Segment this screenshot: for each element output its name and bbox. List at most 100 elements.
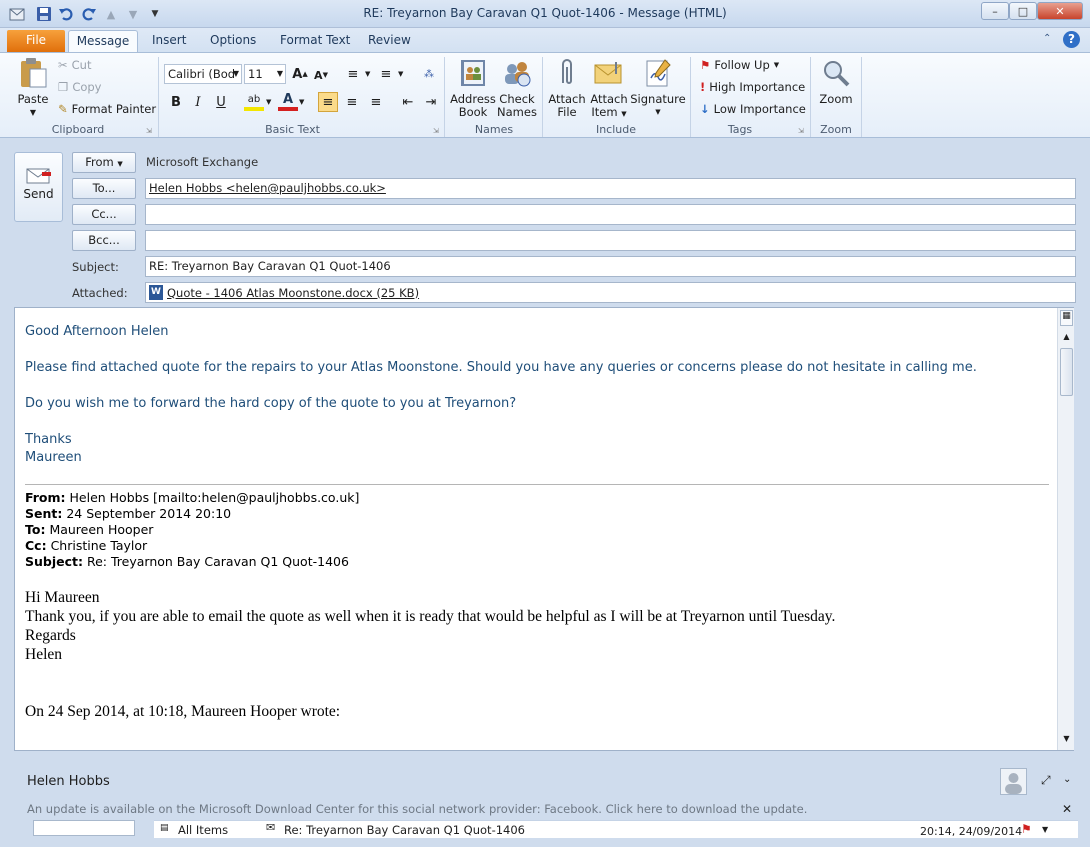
tab-file[interactable]: File xyxy=(7,30,65,52)
address-book-label-2: Book xyxy=(458,105,488,119)
from-button[interactable]: From ▼ xyxy=(72,152,136,173)
highlight-icon[interactable]: ab xyxy=(244,91,264,111)
scroll-down-icon[interactable]: ▼ xyxy=(1060,734,1073,748)
highlight-dropdown-icon[interactable]: ▼ xyxy=(266,98,271,106)
align-center-icon[interactable]: ≡ xyxy=(342,92,362,112)
clear-formatting-icon[interactable]: ⁂ xyxy=(419,64,439,84)
font-size-combo[interactable]: 11 ▼ xyxy=(244,64,286,84)
italic-icon[interactable]: I xyxy=(188,92,208,112)
basic-text-launcher-icon[interactable]: ⇲ xyxy=(433,127,439,135)
dismiss-notice-icon[interactable]: ✕ xyxy=(1062,802,1072,816)
to-field[interactable]: Helen Hobbs <helen@pauljhobbs.co.uk> xyxy=(145,178,1076,199)
activity-row[interactable]: ▤ All Items ✉ Re: Treyarnon Bay Caravan … xyxy=(154,820,1078,838)
tab-options[interactable]: Options xyxy=(204,30,262,52)
grow-font-icon[interactable]: A ▲ xyxy=(290,64,310,84)
tab-insert[interactable]: Insert xyxy=(146,30,192,52)
paste-button[interactable]: Paste ▼ xyxy=(14,57,52,119)
tags-launcher-icon[interactable]: ⇲ xyxy=(798,127,804,135)
title-bar: ▲ ▼ ▼ RE: Treyarnon Bay Caravan Q1 Quot-… xyxy=(0,0,1090,28)
font-color-dropdown-icon[interactable]: ▼ xyxy=(299,98,304,106)
help-icon[interactable]: ? xyxy=(1063,31,1080,48)
font-name-combo[interactable]: Calibri (Bod ▼ xyxy=(164,64,242,84)
update-notice[interactable]: An update is available on the Microsoft … xyxy=(27,802,807,816)
scroll-up-icon[interactable]: ▲ xyxy=(1060,332,1073,346)
quoted-text: Thank you, if you are able to email the … xyxy=(25,608,836,625)
cc-button[interactable]: Cc... xyxy=(72,204,136,225)
quoted-cc: Cc: Christine Taylor xyxy=(25,538,148,553)
quoted-sent: Sent: 24 September 2014 20:10 xyxy=(25,506,232,521)
attach-item-label-2: Item xyxy=(591,105,618,119)
attach-item-button[interactable]: Attach Item ▼ xyxy=(588,57,630,121)
collapse-pane-icon[interactable]: ⌄ xyxy=(1063,774,1071,785)
bold-icon[interactable]: B xyxy=(166,92,186,112)
clipboard-launcher-icon[interactable]: ⇲ xyxy=(146,127,152,135)
attach-file-button[interactable]: Attach File xyxy=(546,57,588,119)
cut-button[interactable]: ✂ Cut xyxy=(58,58,91,72)
maximize-button[interactable]: □ xyxy=(1009,2,1037,20)
increase-indent-icon[interactable]: ⇥ xyxy=(421,92,441,112)
activity-dropdown-icon[interactable]: ▼ xyxy=(1042,825,1048,834)
ribbon: Paste ▼ ✂ Cut ❐ Copy ✎ Format Painter Clipb… xyxy=(0,52,1090,138)
underline-icon[interactable]: U xyxy=(211,92,231,112)
bcc-button[interactable]: Bcc... xyxy=(72,230,136,251)
format-painter-button[interactable]: ✎ Format Painter xyxy=(58,102,156,116)
separator xyxy=(861,57,862,137)
avatar[interactable] xyxy=(1000,768,1027,795)
signature-button[interactable]: Signature ▼ xyxy=(630,57,686,119)
numbering-icon[interactable]: ≡ xyxy=(376,64,396,84)
names-group-label: Names xyxy=(474,123,514,136)
sender-name: Maureen xyxy=(25,450,82,465)
low-importance-button[interactable]: ↓ Low Importance xyxy=(700,102,806,116)
follow-up-button[interactable]: ⚑ Follow Up ▼ xyxy=(700,58,779,72)
shrink-font-icon[interactable]: A ▼ xyxy=(311,65,331,85)
clipboard-group-label: Clipboard xyxy=(51,123,105,136)
flag-icon[interactable]: ⚑ xyxy=(1021,822,1032,836)
zoom-button[interactable]: Zoom xyxy=(816,57,856,106)
message-body[interactable]: Good Afternoon Helen Please find attache… xyxy=(14,307,1074,751)
copy-icon: ❐ xyxy=(58,80,69,94)
to-recipient[interactable]: Helen Hobbs <helen@pauljhobbs.co.uk> xyxy=(149,181,386,195)
send-button[interactable]: Send xyxy=(14,152,63,222)
close-button[interactable]: ✕ xyxy=(1037,2,1083,20)
thanks: Thanks xyxy=(25,432,72,447)
decrease-indent-icon[interactable]: ⇤ xyxy=(398,92,418,112)
expand-pane-icon[interactable]: ⤢ xyxy=(1041,773,1051,788)
bullets-dropdown-icon[interactable]: ▼ xyxy=(365,70,370,78)
check-names-button[interactable]: Check Names xyxy=(496,57,538,119)
font-size-value: 11 xyxy=(248,67,263,81)
separator xyxy=(444,57,445,137)
tab-review[interactable]: Review xyxy=(362,30,417,52)
zoom-group-label: Zoom xyxy=(820,123,852,136)
scroll-thumb[interactable] xyxy=(1060,348,1073,396)
send-label: Send xyxy=(23,187,54,201)
minimize-button[interactable]: – xyxy=(981,2,1009,20)
attachment-field[interactable]: W Quote - 1406 Atlas Moonstone.docx (25 … xyxy=(145,282,1076,303)
view-ruler-icon[interactable]: ▦ xyxy=(1060,310,1073,326)
numbering-dropdown-icon[interactable]: ▼ xyxy=(398,70,403,78)
check-names-icon xyxy=(501,57,533,89)
address-book-icon xyxy=(457,57,489,89)
tab-message[interactable]: Message xyxy=(68,30,138,52)
divider xyxy=(25,484,1049,485)
bullets-icon[interactable]: ≡ xyxy=(343,64,363,84)
align-right-icon[interactable]: ≡ xyxy=(366,92,386,112)
minimize-ribbon-icon[interactable]: ⌃ xyxy=(1043,33,1051,44)
people-pane-tab[interactable] xyxy=(33,820,135,836)
align-left-icon[interactable]: ≡ xyxy=(318,92,338,112)
quoted-regards: Regards xyxy=(25,627,76,644)
copy-button[interactable]: ❐ Copy xyxy=(58,80,101,94)
attachment-link[interactable]: Quote - 1406 Atlas Moonstone.docx (25 KB… xyxy=(167,286,419,300)
magnifier-icon xyxy=(820,57,852,89)
tab-format-text[interactable]: Format Text xyxy=(274,30,356,52)
high-importance-button[interactable]: ! High Importance xyxy=(700,80,805,94)
copy-label: Copy xyxy=(72,80,102,94)
font-color-icon[interactable]: A xyxy=(278,91,298,111)
cc-field[interactable] xyxy=(145,204,1076,225)
vertical-scrollbar[interactable]: ▦ ▲ ▼ xyxy=(1057,308,1074,750)
bcc-field[interactable] xyxy=(145,230,1076,251)
address-book-button[interactable]: Address Book xyxy=(450,57,496,119)
to-button[interactable]: To... xyxy=(72,178,136,199)
subject-field[interactable]: RE: Treyarnon Bay Caravan Q1 Quot-1406 xyxy=(145,256,1076,277)
basic-text-group-label: Basic Text xyxy=(265,123,320,136)
low-importance-label: Low Importance xyxy=(713,102,806,116)
